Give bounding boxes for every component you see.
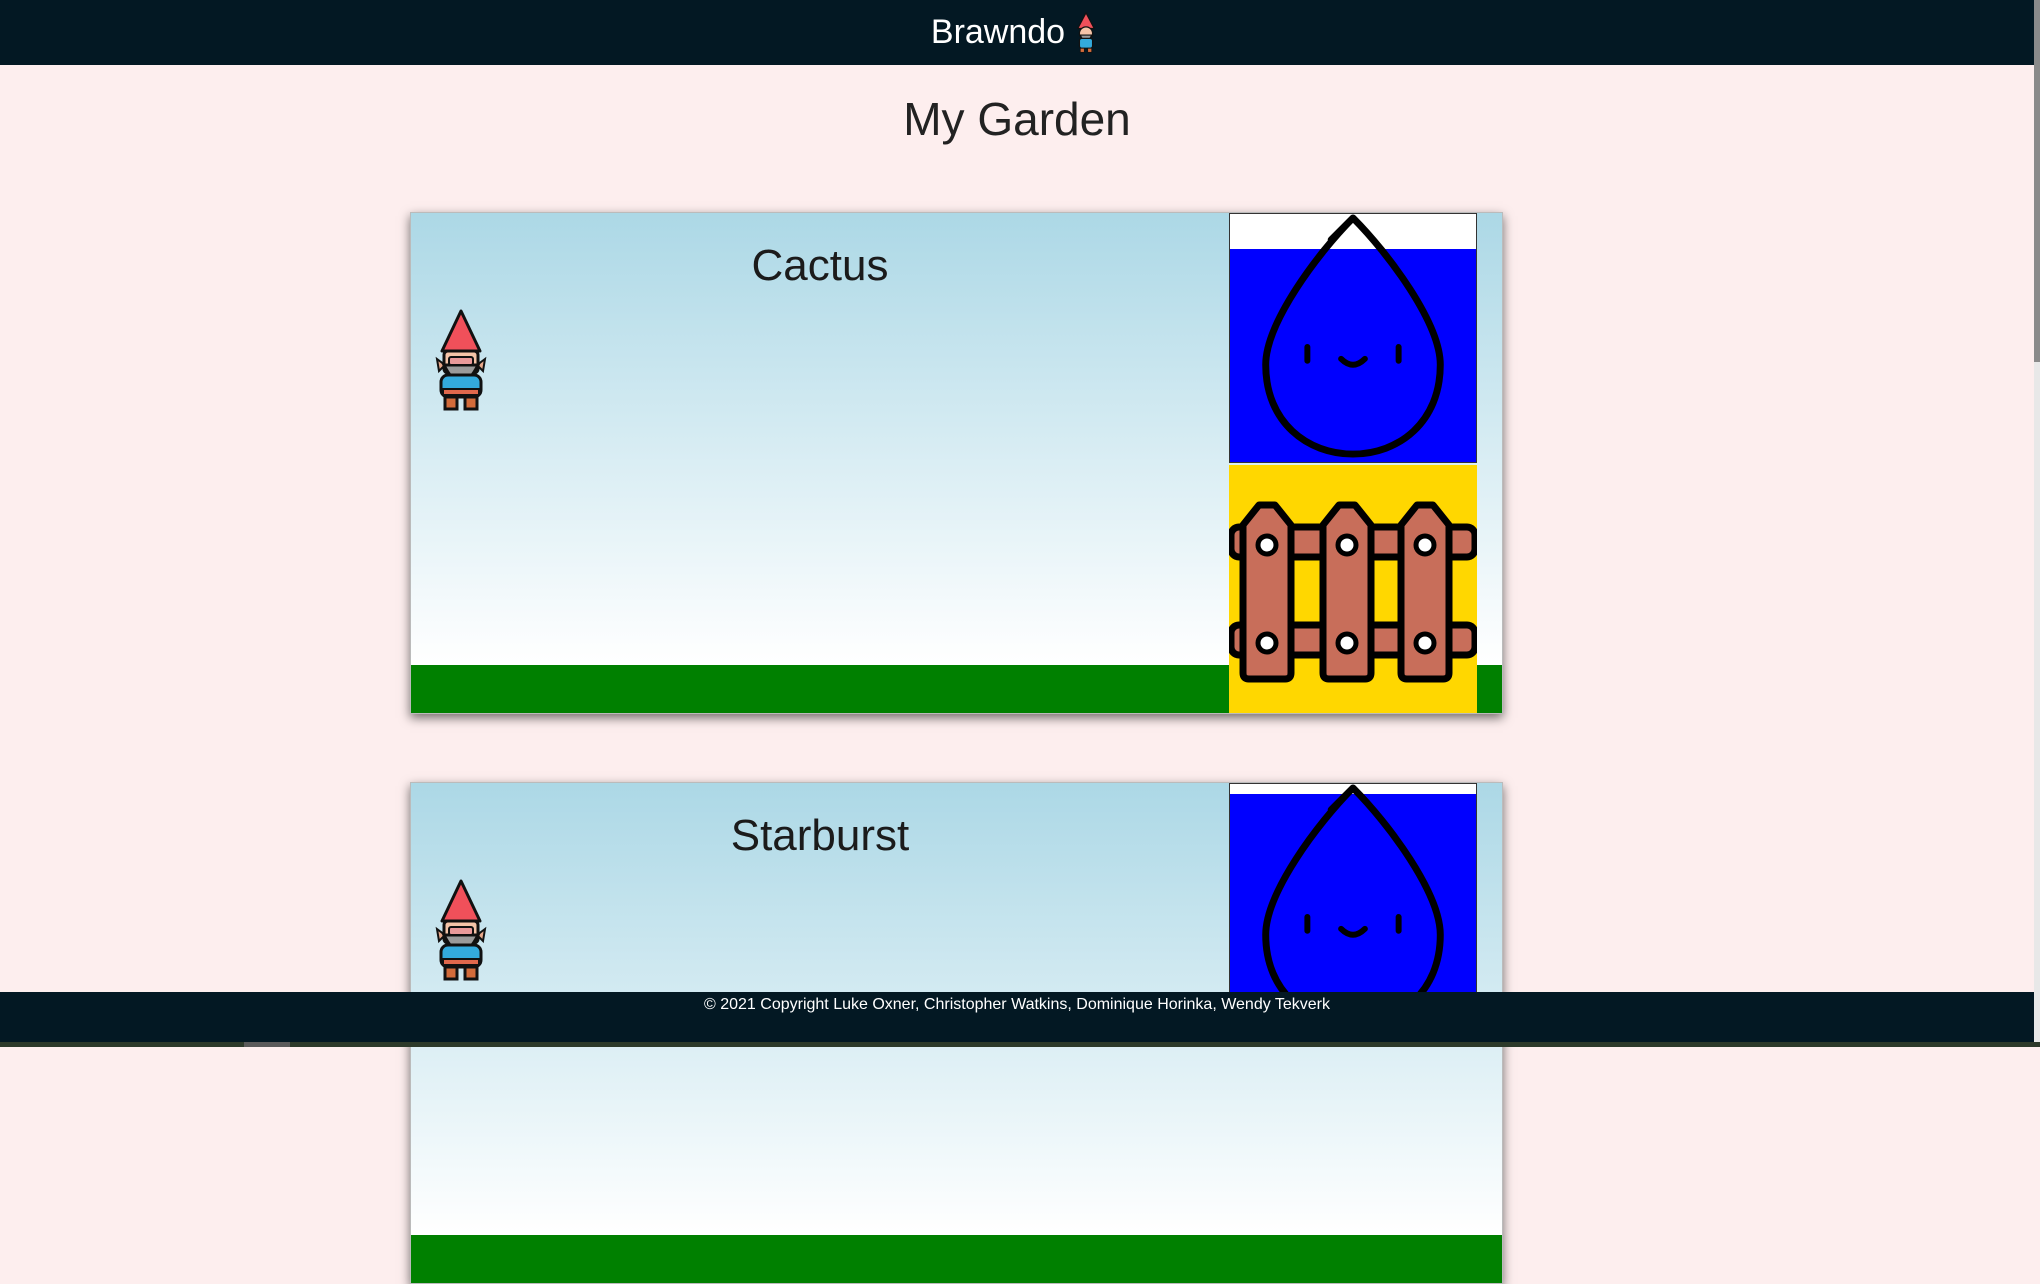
- water-level-gauge[interactable]: [1229, 213, 1477, 463]
- gnome-icon: [1077, 11, 1095, 53]
- plant-name: Cactus: [751, 241, 889, 290]
- fence-icon: [1227, 501, 1479, 683]
- page-title: My Garden: [903, 93, 1131, 145]
- vertical-scrollbar[interactable]: [2034, 0, 2040, 1042]
- copyright-text: © 2021 Copyright Luke Oxner, Christopher…: [704, 996, 1330, 1013]
- scrollbar-thumb[interactable]: [2034, 0, 2040, 362]
- water-drop-icon: [1262, 214, 1444, 458]
- footer: © 2021 Copyright Luke Oxner, Christopher…: [0, 992, 2034, 1042]
- plant-card[interactable]: Cactus: [410, 212, 1503, 714]
- brand-name: Brawndo: [930, 13, 1066, 51]
- gnome-icon: [435, 879, 487, 981]
- fence-panel[interactable]: [1227, 465, 1479, 713]
- brand-link[interactable]: Brawndo: [930, 11, 1103, 54]
- gnome-icon: [435, 309, 487, 411]
- plant-name: Starburst: [730, 811, 910, 860]
- grass-strip: [411, 1235, 1502, 1283]
- navbar: Brawndo: [0, 0, 2034, 65]
- taskbar-strip: [0, 1042, 2040, 1047]
